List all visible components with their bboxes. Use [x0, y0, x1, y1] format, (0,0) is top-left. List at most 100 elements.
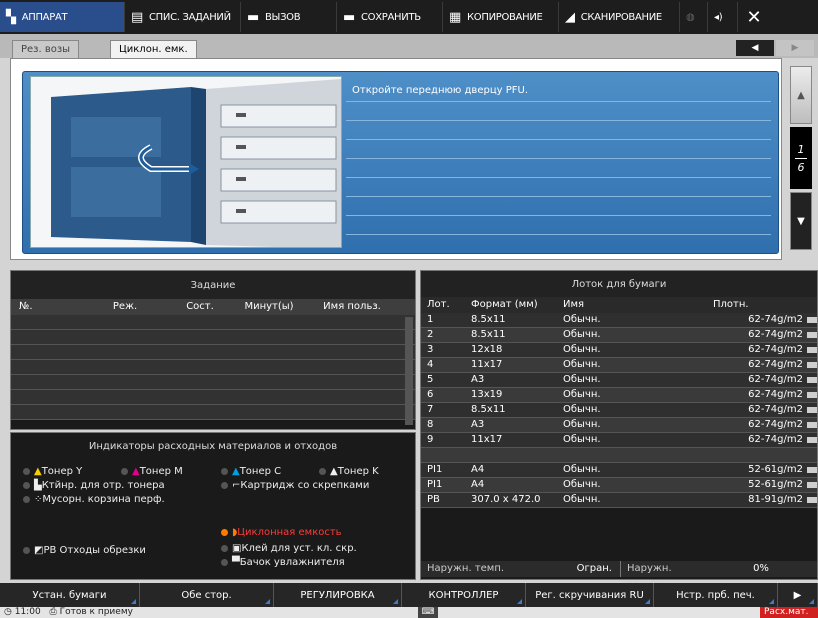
- tab-cyclone[interactable]: Циклон. емк.: [110, 40, 197, 58]
- printer-status-icon: ⎙: [49, 607, 57, 617]
- indicator-waste-toner: ▙Ктйнр. для отр. тонера: [23, 480, 165, 491]
- tray-weight: 52-61g/m2: [748, 464, 803, 475]
- job-row[interactable]: [11, 360, 415, 375]
- job-row[interactable]: [11, 345, 415, 360]
- keyboard-icon[interactable]: ⌨: [418, 607, 438, 618]
- ext-hum-value: 0%: [753, 563, 769, 574]
- job-row[interactable]: [11, 315, 415, 330]
- paper-level-icon: [807, 377, 817, 383]
- paper-level-icon: [807, 392, 817, 398]
- tray-size: [471, 448, 563, 462]
- sub-tab-row: Рез. возы Циклон. емк. ◀ ▶: [0, 34, 818, 58]
- tray-weight: 52-61g/m2: [748, 479, 803, 490]
- ext-temp-value: Огран.: [511, 561, 621, 577]
- tray-row[interactable]: 8 A3 Обычн. 62-74g/m2: [421, 418, 817, 433]
- bottom-bar: Устан. бумаги Обе стор. РЕГУЛИРОВКА КОНТ…: [0, 583, 818, 607]
- tray-id: PI1: [427, 479, 443, 490]
- paper-level-icon: [807, 422, 817, 428]
- tray-row[interactable]: PB 307.0 x 472.0 Обычн. 81-91g/m2: [421, 493, 817, 508]
- scroll-up-button[interactable]: ▲: [790, 66, 812, 124]
- tray-id: 5: [427, 374, 434, 385]
- close-icon: ✕: [746, 6, 762, 28]
- tray-size: 11x17: [471, 359, 503, 370]
- tray-row[interactable]: 5 A3 Обычн. 62-74g/m2: [421, 373, 817, 388]
- globe-button[interactable]: ◍: [680, 2, 708, 32]
- status-bar: ◷ 11:00 ⎙ Готов к приему ⌨ Расх.мат.: [0, 607, 818, 618]
- tray-paper-name: Обычн.: [563, 494, 601, 505]
- tray-size: 8.5x11: [471, 404, 506, 415]
- duplex-button[interactable]: Обе стор.: [140, 583, 274, 607]
- tab-recall[interactable]: ▬ ВЫЗОВ: [241, 2, 337, 32]
- paper-level-icon: [807, 407, 817, 413]
- tray-row[interactable]: 4 11x17 Обычн. 62-74g/m2: [421, 358, 817, 373]
- tray-size: A4: [471, 479, 485, 490]
- controller-button[interactable]: КОНТРОЛЛЕР: [402, 583, 526, 607]
- tab-save[interactable]: ▬ СОХРАНИТЬ: [337, 2, 443, 32]
- indicator-humidifier: ▀Бачок увлажнителя: [221, 557, 345, 568]
- tray-paper-name: Обычн.: [563, 389, 601, 400]
- scroll-down-button[interactable]: ▼: [790, 192, 812, 250]
- msg-line: [346, 177, 771, 178]
- tray-row[interactable]: 2 8.5x11 Обычн. 62-74g/m2: [421, 328, 817, 343]
- adjustment-button[interactable]: РЕГУЛИРОВКА: [274, 583, 402, 607]
- job-row[interactable]: [11, 375, 415, 390]
- tray-paper-name: Обычн.: [563, 314, 601, 325]
- tab-copy[interactable]: ▦ КОПИРОВАНИЕ: [443, 2, 559, 32]
- tab-machine[interactable]: ▚ АППАРАТ: [0, 2, 125, 32]
- page-indicator: 1 6: [790, 127, 812, 189]
- job-row[interactable]: [11, 390, 415, 405]
- close-button[interactable]: ✕: [738, 0, 770, 34]
- prev-button[interactable]: ◀: [736, 40, 774, 56]
- indicators-panel: Индикаторы расходных материалов и отходо…: [10, 432, 416, 580]
- msg-line: [346, 120, 771, 121]
- paper-level-icon: [807, 497, 817, 503]
- paper-level-icon: [807, 437, 817, 443]
- tray-paper-name: Обычн.: [563, 464, 601, 475]
- consumable-alert[interactable]: Расх.мат.: [760, 607, 818, 618]
- tray-row[interactable]: 9 11x17 Обычн. 62-74g/m2: [421, 433, 817, 448]
- curl-adjust-button[interactable]: Рег. скручивания RU: [526, 583, 654, 607]
- top-bar: ▚ АППАРАТ ▤ СПИС. ЗАДАНИЙ ▬ ВЫЗОВ ▬ СОХР…: [0, 0, 818, 34]
- tray-size: 11x17: [471, 434, 503, 445]
- tray-weight: 62-74g/m2: [748, 344, 803, 355]
- toner-y-icon: ▲: [34, 466, 42, 477]
- tray-weight: 62-74g/m2: [748, 434, 803, 445]
- tab-scan[interactable]: ◢ СКАНИРОВАНИЕ: [559, 2, 680, 32]
- tray-row[interactable]: 7 8.5x11 Обычн. 62-74g/m2: [421, 403, 817, 418]
- col-size: Формат (мм): [471, 299, 538, 310]
- more-button[interactable]: ▶: [778, 583, 818, 607]
- tray-row[interactable]: 3 12x18 Обычн. 62-74g/m2: [421, 343, 817, 358]
- paper-setting-button[interactable]: Устан. бумаги: [0, 583, 140, 607]
- ext-hum-label: Наружн. влажн.: [627, 563, 672, 590]
- clock-icon: ◷: [4, 607, 12, 617]
- tray-row[interactable]: 1 8.5x11 Обычн. 62-74g/m2: [421, 313, 817, 328]
- job-row[interactable]: [11, 330, 415, 345]
- tray-row[interactable]: 6 13x19 Обычн. 62-74g/m2: [421, 388, 817, 403]
- test-print-button[interactable]: Нстр. прб. печ.: [654, 583, 778, 607]
- tray-size: 307.0 x 472.0: [471, 494, 541, 505]
- job-row[interactable]: [11, 405, 415, 420]
- msg-line: [346, 196, 771, 197]
- sound-button[interactable]: ◂): [708, 2, 738, 32]
- tray-id: [421, 448, 471, 462]
- page-current: 1: [797, 142, 805, 156]
- msg-line: [346, 234, 771, 235]
- tab-recall-label: ВЫЗОВ: [264, 11, 301, 23]
- tab-job-list[interactable]: ▤ СПИС. ЗАДАНИЙ: [125, 2, 241, 32]
- toner-c-icon: ▲: [232, 466, 240, 477]
- tab-residual[interactable]: Рез. возы: [12, 40, 80, 58]
- jobs-scrollbar[interactable]: [405, 317, 413, 425]
- copy-icon: ▦: [449, 9, 461, 25]
- waste-box-icon: ▙: [34, 480, 42, 491]
- arrow-right-icon: ▶: [793, 589, 802, 601]
- col-weight: Плотн.: [713, 299, 749, 310]
- col-mode: Реж.: [112, 301, 138, 312]
- col-tray: Лот.: [427, 299, 450, 310]
- tray-row[interactable]: [421, 448, 817, 463]
- tray-row[interactable]: PI1 A4 Обычн. 52-61g/m2: [421, 463, 817, 478]
- page-scroller: ▲ 1 6 ▼: [790, 66, 812, 254]
- tray-row[interactable]: PI1 A4 Обычн. 52-61g/m2: [421, 478, 817, 493]
- next-button[interactable]: ▶: [776, 40, 814, 56]
- msg-line: [346, 215, 771, 216]
- tray-size: 12x18: [471, 344, 503, 355]
